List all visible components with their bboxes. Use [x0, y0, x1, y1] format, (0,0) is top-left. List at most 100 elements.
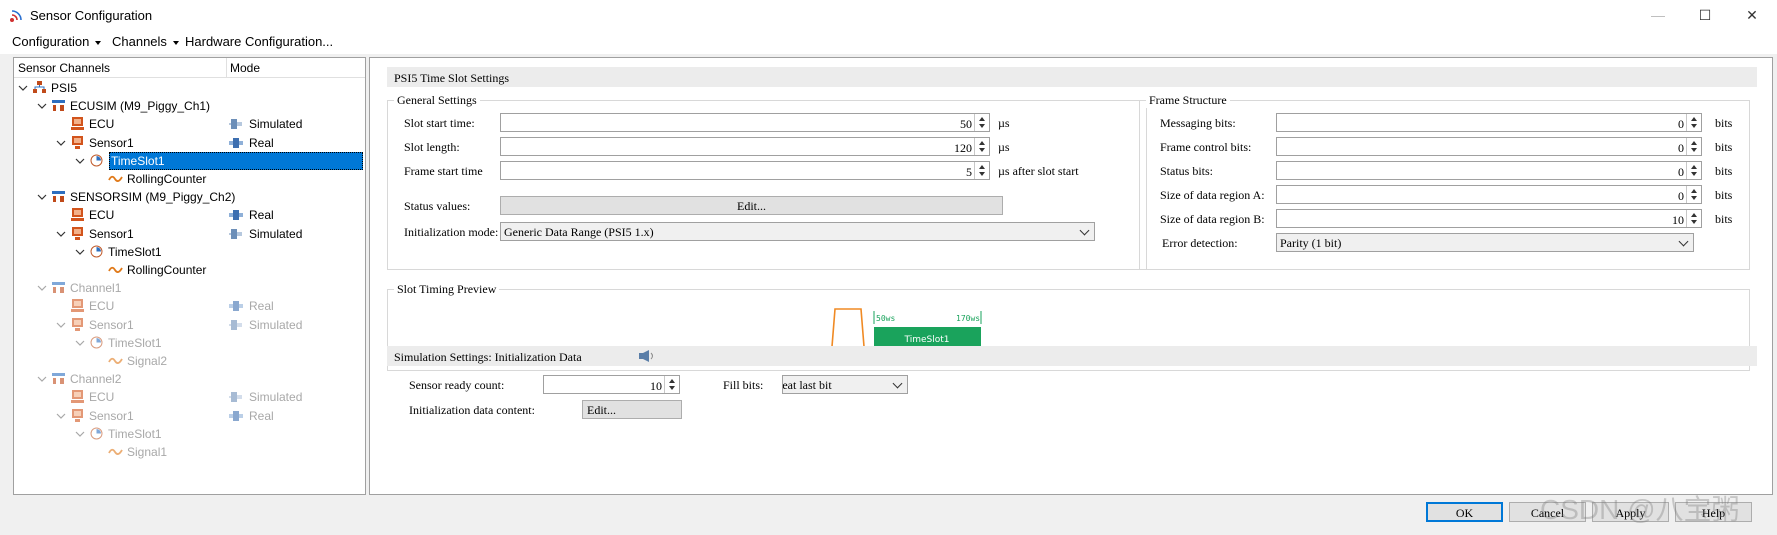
tree-item-ecu[interactable]: ECU Simulated [14, 115, 365, 133]
slot-start-spinbox[interactable]: 50 [500, 113, 990, 132]
menu-configuration[interactable]: Configuration [12, 34, 102, 49]
tree-item-label: Sensor1 [89, 135, 134, 150]
spin-arrows[interactable] [974, 162, 989, 179]
tree-item-label: Sensor1 [89, 226, 134, 241]
tree-item-mode[interactable]: Simulated [249, 227, 302, 241]
tree-item-rollingcounter[interactable]: RollingCounter [14, 261, 365, 279]
sensor-icon [70, 135, 85, 150]
data-region-a-spinbox[interactable]: 0 [1276, 185, 1702, 204]
tree-item-timeslot1[interactable]: TimeSlot1 [14, 334, 365, 352]
status-values-edit-button[interactable]: Edit... [500, 196, 1003, 215]
chevron-down-icon[interactable] [56, 137, 66, 147]
chevron-down-icon[interactable] [56, 319, 66, 329]
chevron-down-icon[interactable] [37, 100, 47, 110]
messaging-bits-spinbox[interactable]: 0 [1276, 113, 1702, 132]
tree-item-ecu[interactable]: ECU Real [14, 206, 365, 224]
spin-arrows[interactable] [1686, 162, 1701, 179]
fill-bits-select[interactable]: Repeat last bit [782, 375, 908, 394]
menu-hardware-label: Hardware Configuration... [185, 34, 334, 49]
tree-item-mode[interactable]: Simulated [249, 117, 302, 131]
tree-item-timeslot1[interactable]: TimeSlot1 [14, 425, 365, 443]
tree-item-mode[interactable]: Real [249, 409, 274, 423]
tree-item-sensor1[interactable]: Sensor1 Simulated [14, 225, 365, 243]
chevron-down-icon[interactable] [75, 155, 85, 165]
chevron-down-icon[interactable] [75, 246, 85, 256]
tree-item-mode[interactable]: Real [249, 136, 274, 150]
init-data-edit-label: Edit... [587, 403, 616, 417]
spin-arrows[interactable] [1686, 210, 1701, 227]
signal-icon [108, 171, 123, 186]
tree-item-mode[interactable]: Simulated [249, 318, 302, 332]
init-data-edit-button[interactable]: Edit... [582, 400, 682, 419]
column-sensor-channels[interactable]: Sensor Channels [18, 61, 110, 75]
ready-count-spinbox[interactable]: 10 [543, 375, 680, 394]
frame-structure-title: Frame Structure [1146, 93, 1230, 108]
frame-start-value: 5 [966, 165, 972, 179]
tree-item-channel2[interactable]: Channel2 [14, 370, 365, 388]
tree-item-timeslot1[interactable]: TimeSlot1 [14, 151, 365, 170]
spin-arrows[interactable] [974, 138, 989, 155]
spin-arrows[interactable] [1686, 186, 1701, 203]
data-region-b-spinbox[interactable]: 10 [1276, 209, 1702, 228]
general-settings-title: General Settings [394, 93, 480, 108]
spin-arrows[interactable] [664, 376, 679, 393]
tree-item-channel1[interactable]: Channel1 [14, 279, 365, 297]
ecu-icon [70, 389, 85, 404]
frame-start-spinbox[interactable]: 5 [500, 161, 990, 180]
tree-item-ecu[interactable]: ECU Simulated [14, 388, 365, 406]
spin-arrows[interactable] [1686, 138, 1701, 155]
tree-item-label: Channel1 [70, 281, 122, 296]
tree-item-ecusim-m9-piggy-ch1-[interactable]: ECUSIM (M9_Piggy_Ch1) [14, 97, 365, 115]
chevron-down-icon[interactable] [37, 373, 47, 383]
tree-item-sensor1[interactable]: Sensor1 Real [14, 407, 365, 425]
simulation-section-header: Simulation Settings: Initialization Data [387, 346, 1757, 366]
init-mode-select[interactable]: Generic Data Range (PSI5 1.x) [500, 222, 1095, 241]
menu-hardware-configuration[interactable]: Hardware Configuration... [185, 34, 333, 49]
simulated-mode-icon [228, 117, 244, 131]
ecu-icon [70, 116, 85, 131]
tree-item-mode[interactable]: Simulated [249, 390, 302, 404]
init-mode-value: Generic Data Range (PSI5 1.x) [504, 225, 654, 239]
maximize-button[interactable]: ☐ [1682, 0, 1728, 30]
column-mode[interactable]: Mode [230, 61, 260, 75]
tree-item-psi5[interactable]: PSI5 [14, 79, 365, 97]
tree-item-timeslot1[interactable]: TimeSlot1 [14, 243, 365, 261]
channel-icon [51, 98, 66, 113]
spin-arrows[interactable] [1686, 114, 1701, 131]
close-button[interactable]: ✕ [1729, 0, 1775, 30]
arrow-down-icon [979, 172, 985, 176]
minimize-button[interactable]: — [1635, 0, 1681, 30]
tree-item-sensor1[interactable]: Sensor1 Real [14, 134, 365, 152]
chevron-down-icon[interactable] [18, 82, 28, 92]
column-divider[interactable] [226, 58, 227, 78]
spin-arrows[interactable] [974, 114, 989, 131]
tree-item-label: Sensor1 [89, 408, 134, 423]
menu-channels[interactable]: Channels [112, 34, 179, 49]
tree-item-mode[interactable]: Real [249, 208, 274, 222]
frame-start-label: Frame start time [404, 164, 483, 178]
chevron-down-icon[interactable] [37, 191, 47, 201]
slot-length-spinbox[interactable]: 120 [500, 137, 990, 156]
tree-item-mode[interactable]: Real [249, 299, 274, 313]
chevron-down-icon[interactable] [56, 410, 66, 420]
chevron-down-icon[interactable] [56, 228, 66, 238]
frame-control-spinbox[interactable]: 0 [1276, 137, 1702, 156]
chevron-down-icon[interactable] [75, 337, 85, 347]
tree-item-signal1[interactable]: Signal1 [14, 443, 365, 461]
tree-item-sensor1[interactable]: Sensor1 Simulated [14, 316, 365, 334]
tree-item-label: Signal1 [127, 445, 168, 459]
tree-item-signal2[interactable]: Signal2 [14, 352, 365, 370]
status-bits-spinbox[interactable]: 0 [1276, 161, 1702, 180]
tree-item-ecu[interactable]: ECU Real [14, 297, 365, 315]
chevron-down-icon[interactable] [75, 428, 85, 438]
tree-item-rollingcounter[interactable]: RollingCounter [14, 170, 365, 188]
timeslot-icon [89, 153, 104, 168]
channel-icon [51, 371, 66, 386]
signal-icon [108, 353, 123, 368]
error-detection-select[interactable]: Parity (1 bit) [1276, 233, 1694, 252]
timeslot-icon [89, 244, 104, 259]
ok-button[interactable]: OK [1426, 502, 1503, 522]
fill-bits-value: Repeat last bit [782, 378, 832, 392]
tree-item-sensorsim-m9-piggy-ch2-[interactable]: SENSORSIM (M9_Piggy_Ch2) [14, 188, 365, 206]
chevron-down-icon[interactable] [37, 282, 47, 292]
